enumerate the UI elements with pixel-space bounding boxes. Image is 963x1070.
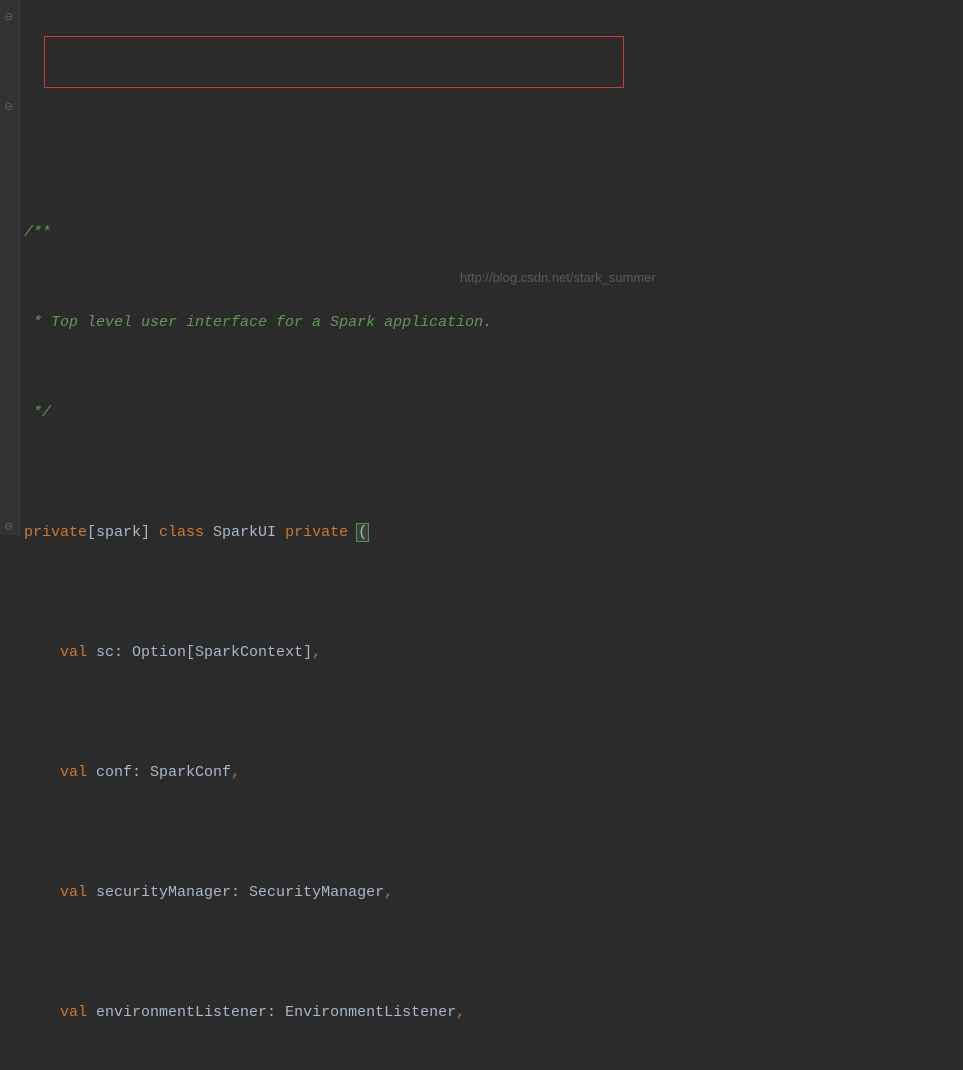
comma: , [384, 884, 393, 901]
comma: , [312, 644, 321, 661]
doc-comment-prefix: * [24, 314, 51, 331]
access-qualifier: [spark] [87, 524, 159, 541]
param-sc: sc: Option[SparkContext] [87, 644, 312, 661]
highlight-annotation [44, 36, 624, 88]
doc-comment-end: */ [24, 404, 51, 421]
comma: , [231, 764, 240, 781]
keyword-val: val [60, 1004, 87, 1021]
param-conf: conf: SparkConf [87, 764, 231, 781]
keyword-private: private [285, 524, 348, 541]
class-name: SparkUI [204, 524, 285, 541]
code-editor[interactable]: http://blog.csdn.net/stark_summer /** * … [24, 8, 963, 1070]
fold-toggle-icon[interactable]: ⊖ [4, 10, 13, 24]
param-security: securityManager: SecurityManager [87, 884, 384, 901]
doc-comment-text: Top level user interface for a Spark app… [51, 314, 492, 331]
editor-gutter: ⊖ ⊖ ⊖ [0, 0, 20, 535]
keyword-val: val [60, 644, 87, 661]
paren-open-match: ( [356, 523, 369, 542]
fold-toggle-icon[interactable]: ⊖ [4, 520, 13, 534]
fold-toggle-icon[interactable]: ⊖ [4, 100, 13, 114]
doc-comment-start: /** [24, 224, 51, 241]
keyword-private: private [24, 524, 87, 541]
keyword-val: val [60, 764, 87, 781]
keyword-class: class [159, 524, 204, 541]
comma: , [456, 1004, 465, 1021]
watermark-text: http://blog.csdn.net/stark_summer [460, 263, 656, 293]
keyword-val: val [60, 884, 87, 901]
param-env: environmentListener: EnvironmentListener [87, 1004, 456, 1021]
